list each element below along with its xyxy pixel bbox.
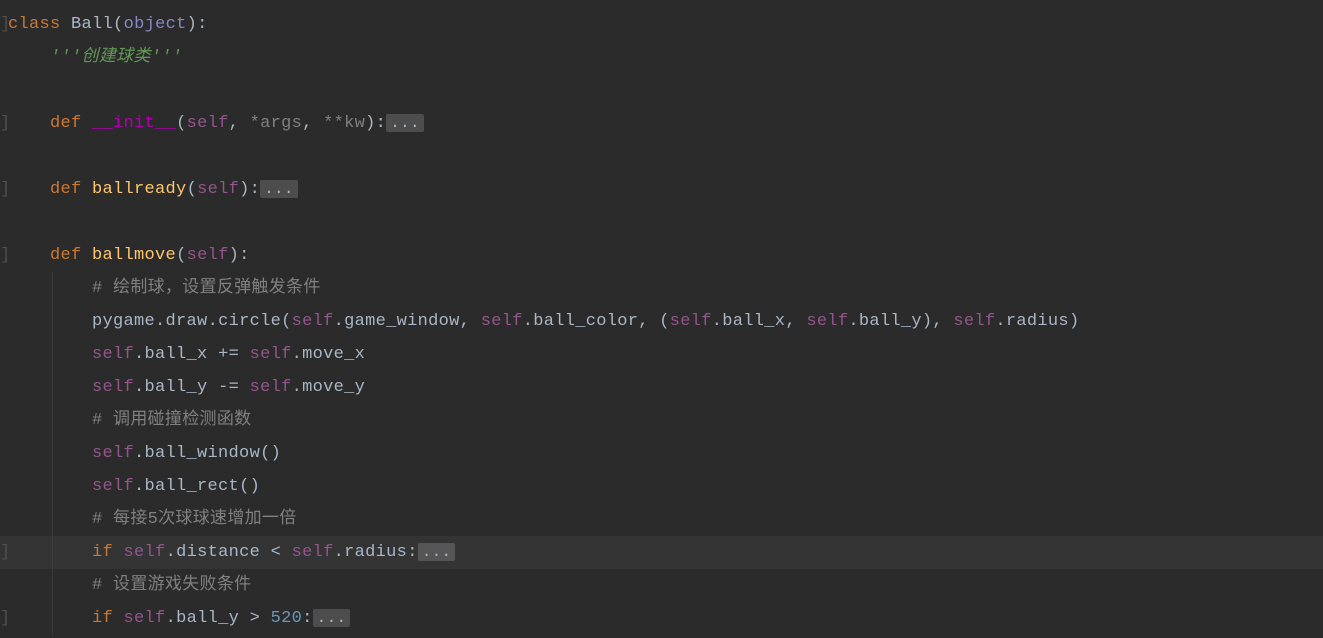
fold-ellipsis[interactable]: ... xyxy=(386,114,424,132)
code-line: '''创建球类''' xyxy=(0,41,1323,74)
comment: # 设置游戏失败条件 xyxy=(92,576,251,595)
code-line: ] if self.distance < self.radius:... xyxy=(0,536,1323,569)
param-self: self xyxy=(187,246,229,265)
code-line: pygame.draw.circle(self.game_window, sel… xyxy=(0,305,1323,338)
keyword-if: if xyxy=(92,609,113,628)
param-args: *args xyxy=(250,114,303,133)
docstring: '''创建球类''' xyxy=(50,48,182,67)
dunder-init: __init__ xyxy=(92,114,176,133)
code-line: ] def ballmove(self): xyxy=(0,239,1323,272)
code-line: ] def __init__(self, *args, **kw):... xyxy=(0,107,1323,140)
code-line-blank xyxy=(0,74,1323,107)
gutter-mark: ] xyxy=(0,602,11,635)
comment: # 调用碰撞检测函数 xyxy=(92,411,251,430)
keyword-def: def xyxy=(50,246,82,265)
gutter-mark: ] xyxy=(0,536,11,569)
keyword-def: def xyxy=(50,180,82,199)
code-line: self.ball_y -= self.move_y xyxy=(0,371,1323,404)
builtin-object: object xyxy=(124,15,187,34)
code-editor[interactable]: ]class Ball(object): '''创建球类''' ] def __… xyxy=(0,0,1323,635)
gutter-mark: ] xyxy=(0,8,11,41)
func-ballready: ballready xyxy=(92,180,187,199)
code-line: ] def ballready(self):... xyxy=(0,173,1323,206)
gutter-mark: ] xyxy=(0,239,11,272)
func-ballmove: ballmove xyxy=(92,246,176,265)
code-line: self.ball_window() xyxy=(0,437,1323,470)
code-line: # 绘制球，设置反弹触发条件 xyxy=(0,272,1323,305)
fold-ellipsis[interactable]: ... xyxy=(313,609,351,627)
keyword-class: class xyxy=(8,15,61,34)
code-line: # 调用碰撞检测函数 xyxy=(0,404,1323,437)
code-line: # 设置游戏失败条件 xyxy=(0,569,1323,602)
code-line: # 每接5次球球速增加一倍 xyxy=(0,503,1323,536)
code-line: self.ball_x += self.move_x xyxy=(0,338,1323,371)
keyword-if: if xyxy=(92,543,113,562)
code-line: ] if self.ball_y > 520:... xyxy=(0,602,1323,635)
fold-ellipsis[interactable]: ... xyxy=(418,543,456,561)
param-kw: **kw xyxy=(323,114,365,133)
comment: # 绘制球，设置反弹触发条件 xyxy=(92,279,321,298)
class-name: Ball xyxy=(71,15,113,34)
code-line-blank xyxy=(0,140,1323,173)
param-self: self xyxy=(187,114,229,133)
gutter-mark: ] xyxy=(0,107,11,140)
keyword-def: def xyxy=(50,114,82,133)
code-line: ]class Ball(object): xyxy=(0,8,1323,41)
param-self: self xyxy=(197,180,239,199)
code-line: self.ball_rect() xyxy=(0,470,1323,503)
comment: # 每接5次球球速增加一倍 xyxy=(92,510,297,529)
number-literal: 520 xyxy=(271,609,303,628)
fold-ellipsis[interactable]: ... xyxy=(260,180,298,198)
code-line-blank xyxy=(0,206,1323,239)
gutter-mark: ] xyxy=(0,173,11,206)
